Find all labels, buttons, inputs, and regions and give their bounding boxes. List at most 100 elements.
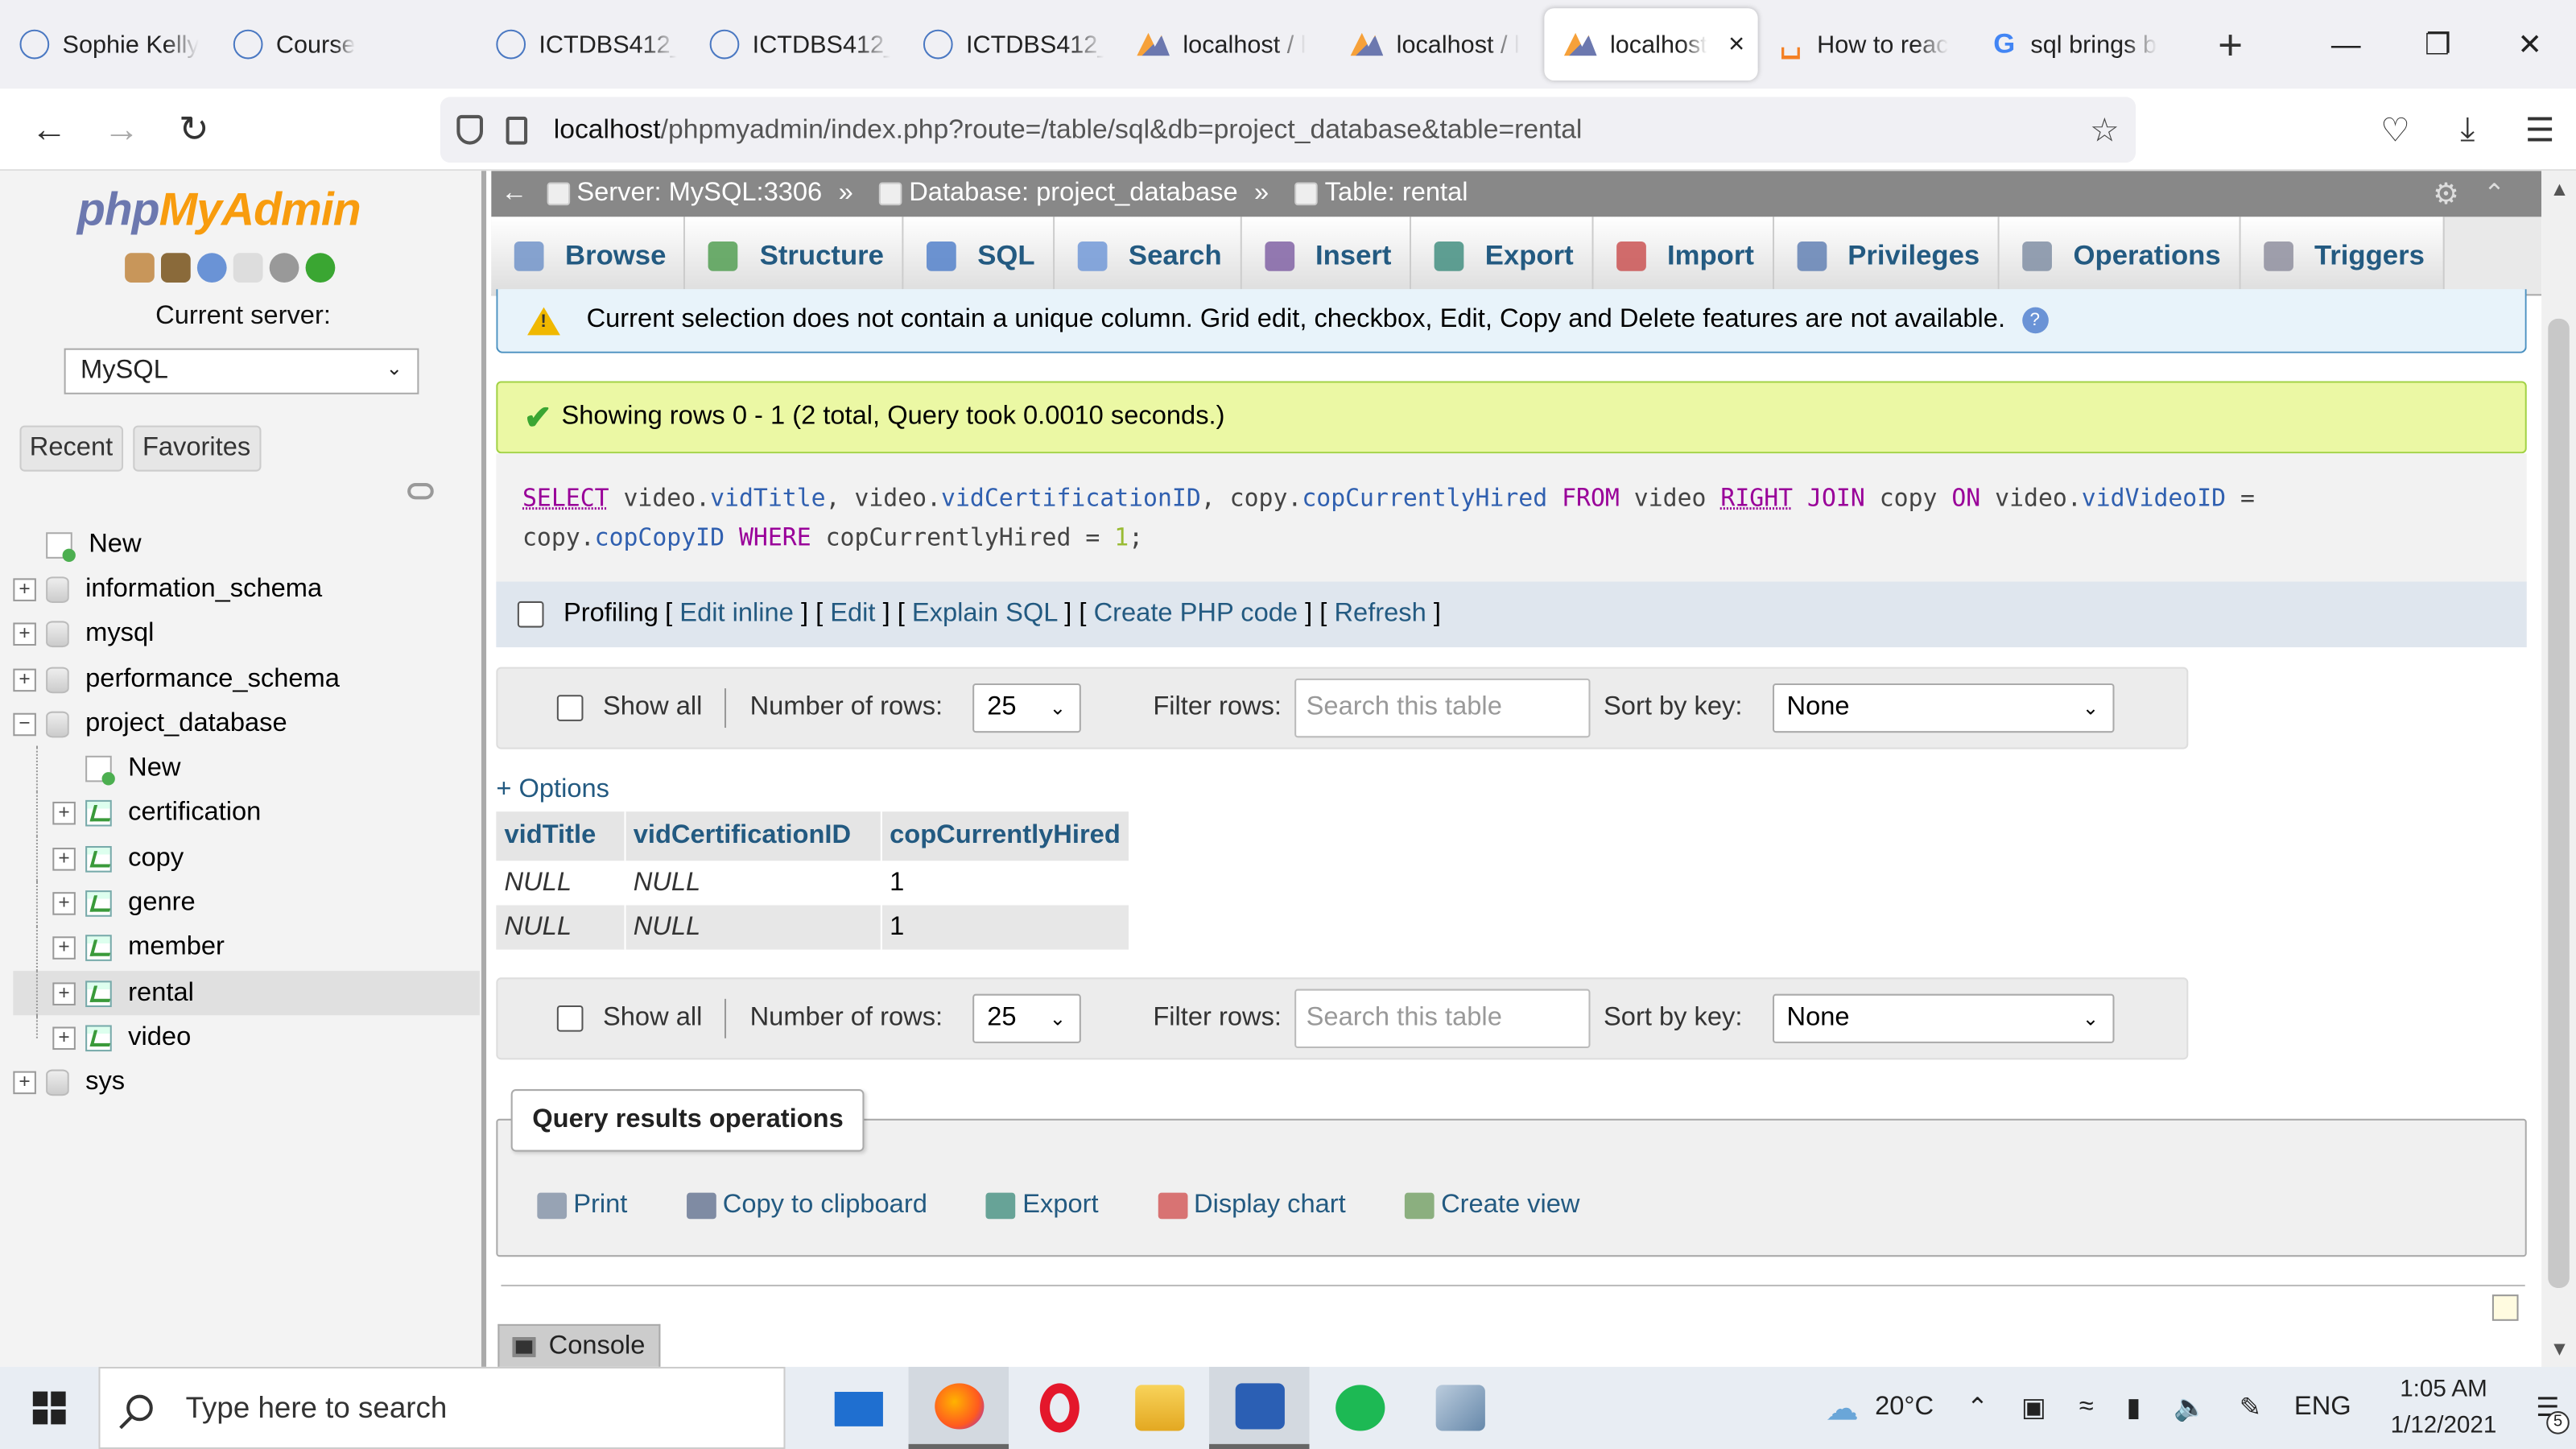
- downloads-icon[interactable]: ⤓: [2431, 111, 2504, 149]
- close-window-icon[interactable]: ✕: [2484, 27, 2576, 62]
- scroll-up-icon[interactable]: ▲: [2549, 177, 2569, 200]
- browser-tab[interactable]: How to reac: [1758, 8, 1971, 80]
- breadcrumb-database[interactable]: Database: project_database: [879, 179, 1238, 208]
- collapse-top-icon[interactable]: ⌃: [2483, 177, 2505, 210]
- note-icon[interactable]: [2491, 1294, 2519, 1321]
- browser-tab[interactable]: Gsql brings b: [1971, 8, 2185, 80]
- profiling-link-edit-inline[interactable]: Edit inline: [679, 600, 794, 628]
- tree-item-information-schema[interactable]: + information_schema: [13, 568, 480, 613]
- url-text[interactable]: localhost/phpmyadmin/index.php?route=/ta…: [554, 114, 1583, 146]
- battery-icon[interactable]: ▮: [2126, 1392, 2140, 1425]
- profiling-link-refresh[interactable]: Refresh: [1334, 600, 1426, 628]
- collapse-nav-arrow-icon[interactable]: ←: [491, 179, 537, 208]
- favorites-button[interactable]: Favorites: [132, 425, 261, 472]
- tree-item-project-database[interactable]: − project_database: [13, 702, 480, 747]
- weather-temp[interactable]: 20°C: [1875, 1393, 1934, 1423]
- meet-now-icon[interactable]: ▣: [2021, 1392, 2046, 1425]
- column-header[interactable]: vidCertificationID: [624, 811, 881, 861]
- breadcrumb-table[interactable]: Table: rental: [1294, 179, 1468, 208]
- page-scrollbar[interactable]: ▲ ▼: [2541, 171, 2576, 1367]
- tab-privileges[interactable]: Privileges: [1773, 217, 2000, 296]
- snip-app-icon[interactable]: [1410, 1367, 1509, 1449]
- weather-icon[interactable]: ☁: [1826, 1387, 1859, 1428]
- server-select[interactable]: MySQL ⌄: [64, 348, 419, 394]
- query-op-print[interactable]: Print: [537, 1191, 627, 1221]
- clock[interactable]: 1:05 AM 1/12/2021: [2391, 1372, 2497, 1444]
- column-header[interactable]: copCurrentlyHired: [880, 811, 1131, 861]
- profiling-link-create-php-code[interactable]: Create PHP code: [1094, 600, 1298, 628]
- logout-icon[interactable]: [160, 253, 191, 283]
- options-link[interactable]: + Options: [496, 775, 609, 805]
- tree-item-genre[interactable]: + genre: [13, 881, 480, 927]
- recent-button[interactable]: Recent: [19, 425, 123, 472]
- expand-icon[interactable]: +: [13, 667, 36, 691]
- docs-icon[interactable]: [233, 253, 263, 283]
- profiling-link-edit[interactable]: Edit: [830, 600, 875, 628]
- collapse-icon[interactable]: −: [13, 712, 36, 736]
- word-app-icon[interactable]: [1209, 1366, 1310, 1449]
- query-op-create-view[interactable]: Create view: [1405, 1191, 1580, 1221]
- filter-input[interactable]: Search this table: [1294, 989, 1591, 1049]
- expand-icon[interactable]: +: [13, 622, 36, 646]
- tree-item-project-new[interactable]: New: [13, 746, 480, 792]
- rows-select[interactable]: 25 ⌄: [972, 683, 1081, 733]
- firefox-app-icon[interactable]: [908, 1366, 1009, 1449]
- tab-triggers[interactable]: Triggers: [2240, 217, 2445, 296]
- forward-arrow-icon[interactable]: →: [85, 108, 158, 151]
- browser-tab[interactable]: ICTDBS412_: [690, 8, 903, 80]
- help-icon[interactable]: ?: [2021, 307, 2049, 334]
- browser-tab[interactable]: ICTDBS412_: [477, 8, 690, 80]
- tab-sql[interactable]: SQL: [903, 217, 1055, 296]
- expand-icon[interactable]: +: [52, 936, 76, 960]
- expand-icon[interactable]: +: [52, 892, 76, 915]
- query-op-display-chart[interactable]: Display chart: [1158, 1191, 1346, 1221]
- tree-item-rental[interactable]: + rental: [13, 971, 480, 1016]
- show-all-checkbox[interactable]: [556, 1005, 584, 1032]
- new-tab-button[interactable]: +: [2218, 19, 2243, 69]
- tree-item-new[interactable]: New: [13, 522, 480, 568]
- breadcrumb-server[interactable]: Server: MySQL:3306: [547, 179, 822, 208]
- browser-tab[interactable]: localhost ×: [1544, 8, 1758, 80]
- bookmark-star-icon[interactable]: ☆: [2090, 109, 2120, 151]
- tree-item-certification[interactable]: + certification: [13, 791, 480, 836]
- expand-icon[interactable]: +: [13, 1071, 36, 1095]
- tab-structure[interactable]: Structure: [685, 217, 904, 296]
- expand-icon[interactable]: +: [52, 847, 76, 871]
- filter-input[interactable]: Search this table: [1294, 678, 1591, 738]
- scroll-thumb[interactable]: [2548, 318, 2570, 1288]
- minimize-icon[interactable]: —: [2300, 27, 2392, 62]
- expand-icon[interactable]: +: [52, 982, 76, 1005]
- tree-item-sys[interactable]: + sys: [13, 1060, 480, 1105]
- tree-item-copy[interactable]: + copy: [13, 836, 480, 881]
- browser-tab[interactable]: Sophie Kelly: [0, 8, 213, 80]
- column-header[interactable]: vidTitle: [496, 811, 625, 861]
- language-indicator[interactable]: ENG: [2294, 1393, 2351, 1423]
- tab-insert[interactable]: Insert: [1241, 217, 1411, 296]
- tree-item-video[interactable]: + video: [13, 1015, 480, 1061]
- browser-tab[interactable]: Course: [213, 8, 427, 80]
- chevron-up-icon[interactable]: ⌃: [1967, 1392, 1988, 1425]
- sort-select[interactable]: None ⌄: [1772, 683, 2114, 733]
- tab-operations[interactable]: Operations: [1999, 217, 2241, 296]
- scroll-down-icon[interactable]: ▼: [2549, 1337, 2569, 1360]
- browser-tab[interactable]: localhost / l: [1117, 8, 1331, 80]
- sort-select[interactable]: None ⌄: [1772, 993, 2114, 1043]
- tab-search[interactable]: Search: [1055, 217, 1242, 296]
- tab-import[interactable]: Import: [1593, 217, 1774, 296]
- spotify-app-icon[interactable]: [1310, 1367, 1410, 1449]
- expand-icon[interactable]: +: [52, 1026, 76, 1050]
- pen-icon[interactable]: ✎: [2240, 1392, 2261, 1425]
- tree-item-mysql[interactable]: + mysql: [13, 612, 480, 657]
- sql-query-box[interactable]: SELECT video.vidTitle, video.vidCertific…: [496, 453, 2527, 582]
- expand-icon[interactable]: +: [13, 578, 36, 601]
- rows-select[interactable]: 25 ⌄: [972, 993, 1081, 1043]
- browser-tab[interactable]: ICTDBS412_: [903, 8, 1117, 80]
- file-explorer-app-icon[interactable]: [1109, 1367, 1209, 1449]
- volume-icon[interactable]: 🔈: [2174, 1392, 2207, 1425]
- restore-icon[interactable]: ❐: [2392, 27, 2483, 62]
- close-tab-icon[interactable]: ×: [1728, 28, 1744, 61]
- wifi-icon[interactable]: ≈: [2079, 1393, 2094, 1423]
- tab-export[interactable]: Export: [1410, 217, 1594, 296]
- console-button[interactable]: Console: [497, 1323, 660, 1367]
- reload-nav-icon[interactable]: [305, 253, 336, 283]
